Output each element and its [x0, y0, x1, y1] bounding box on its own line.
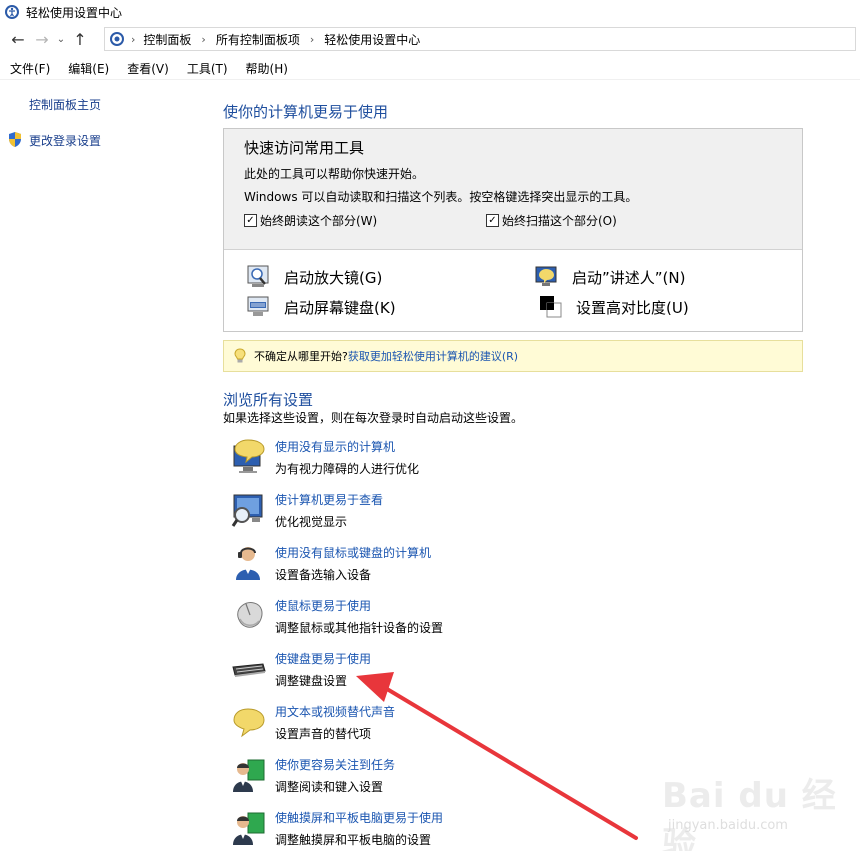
hint-bar: 不确定从哪里开始? 获取更加轻松使用计算机的建议(R): [223, 340, 803, 372]
breadcrumb-separator-icon: ›: [309, 32, 315, 46]
narrator-icon: [534, 264, 560, 290]
monitor-magnifier-icon: [231, 494, 263, 527]
window-title: 轻松使用设置中心: [26, 5, 123, 20]
start-narrator-button[interactable]: 启动”讲述人”(N): [534, 264, 685, 290]
control-panel-home-link[interactable]: 控制面板主页: [29, 96, 101, 113]
display-speech-icon: [233, 439, 265, 473]
use-without-display-link[interactable]: 使用没有显示的计算机: [275, 438, 395, 455]
keyboard-icon: [232, 663, 266, 677]
control-panel-icon: [110, 32, 124, 46]
setting-item: 使触摸屏和平板电脑更易于使用 调整触摸屏和平板电脑的设置: [230, 809, 650, 851]
start-on-screen-keyboard-label: 启动屏幕键盘(K): [284, 298, 396, 317]
quick-access-description-2: Windows 可以自动读取和扫描这个列表。按空格键选择突出显示的工具。: [244, 190, 638, 204]
magnifier-icon: [246, 264, 272, 290]
back-arrow-icon[interactable]: ←: [6, 27, 30, 51]
address-bar[interactable]: › 控制面板 › 所有控制面板项 › 轻松使用设置中心: [104, 27, 856, 51]
menu-file[interactable]: 文件(F): [0, 60, 59, 77]
on-screen-keyboard-icon: [246, 294, 272, 320]
browse-section-description: 如果选择这些设置，则在每次登录时自动启动这些设置。: [223, 411, 524, 425]
touch-tablet-easier-link[interactable]: 使触摸屏和平板电脑更易于使用: [275, 809, 443, 826]
get-recommendations-link[interactable]: 获取更加轻松使用计算机的建议(R): [348, 348, 518, 364]
start-narrator-label: 启动”讲述人”(N): [572, 268, 686, 287]
watermark-logo: Bai du 经验: [662, 776, 837, 851]
hint-text: 不确定从哪里开始?: [254, 350, 348, 363]
make-mouse-easier-link[interactable]: 使鼠标更易于使用: [275, 597, 371, 614]
set-high-contrast-label: 设置高对比度(U): [576, 298, 689, 317]
setting-description: 设置备选输入设备: [275, 568, 372, 582]
shield-icon: [9, 132, 21, 147]
change-login-settings-link[interactable]: 更改登录设置: [29, 132, 101, 149]
start-on-screen-keyboard-button[interactable]: 启动屏幕键盘(K): [246, 294, 396, 320]
setting-description: 调整触摸屏和平板电脑的设置: [275, 833, 432, 847]
menu-tools[interactable]: 工具(T): [178, 60, 237, 77]
quick-access-description: 此处的工具可以帮助你快速开始。: [244, 167, 425, 181]
menu-view[interactable]: 查看(V): [118, 60, 178, 77]
person-tablet-icon: [233, 812, 265, 845]
setting-description: 调整鼠标或其他指针设备的设置: [275, 621, 444, 635]
browse-section-title: 浏览所有设置: [223, 391, 314, 409]
setting-item: 使你更容易关注到任务 调整阅读和键入设置: [230, 756, 650, 802]
high-contrast-icon: [538, 294, 564, 320]
person-headset-icon: [236, 547, 260, 580]
setting-description: 为有视力障碍的人进行优化: [275, 462, 420, 476]
menu-help[interactable]: 帮助(H): [237, 60, 297, 77]
quick-access-panel: 快速访问常用工具 此处的工具可以帮助你快速开始。 Windows 可以自动读取和…: [223, 128, 803, 332]
set-high-contrast-button[interactable]: 设置高对比度(U): [538, 294, 689, 320]
setting-item: 使鼠标更易于使用 调整鼠标或其他指针设备的设置: [230, 597, 650, 643]
person-board-icon: [233, 759, 265, 792]
lightbulb-icon: [234, 348, 246, 363]
up-arrow-icon[interactable]: ↑: [68, 27, 92, 51]
title-bar: 轻松使用设置中心: [0, 0, 860, 24]
navigation-bar: ← → ⌄ ↑ › 控制面板 › 所有控制面板项 › 轻松使用设置中心: [0, 24, 860, 54]
setting-description: 优化视觉显示: [275, 515, 348, 529]
breadcrumb-item[interactable]: 所有控制面板项: [216, 31, 300, 48]
menu-edit[interactable]: 编辑(E): [59, 60, 118, 77]
menu-bar: 文件(F) 编辑(E) 查看(V) 工具(T) 帮助(H): [0, 58, 860, 80]
make-easier-to-see-link[interactable]: 使计算机更易于查看: [275, 491, 383, 508]
checkbox-checked-icon[interactable]: ✓: [486, 214, 499, 227]
page-title: 使你的计算机更易于使用: [223, 103, 389, 121]
always-scan-label: 始终扫描这个部分(O): [502, 214, 617, 228]
start-magnifier-button[interactable]: 启动放大镜(G): [246, 264, 382, 290]
quick-access-header: 快速访问常用工具 此处的工具可以帮助你快速开始。 Windows 可以自动读取和…: [224, 129, 802, 250]
breadcrumb-item[interactable]: 控制面板: [143, 31, 191, 48]
setting-item: 使键盘更易于使用 调整键盘设置: [230, 650, 650, 696]
baidu-jingyan-watermark: Bai du 经验 jingyan.baidu.com: [662, 768, 852, 851]
setting-description: 调整阅读和键入设置: [275, 780, 384, 794]
watermark-url: jingyan.baidu.com: [668, 818, 788, 833]
always-read-checkbox[interactable]: ✓ 始终朗读这个部分(W): [244, 212, 377, 229]
chevron-down-icon[interactable]: ⌄: [54, 27, 68, 51]
setting-item: 使用没有显示的计算机 为有视力障碍的人进行优化: [230, 438, 650, 484]
speech-bubble-icon: [233, 708, 265, 738]
text-video-alternatives-link[interactable]: 用文本或视频替代声音: [275, 703, 395, 720]
setting-item: 用文本或视频替代声音 设置声音的替代项: [230, 703, 650, 749]
forward-arrow-icon[interactable]: →: [30, 27, 54, 51]
always-read-label: 始终朗读这个部分(W): [260, 214, 378, 228]
breadcrumb-separator-icon: ›: [131, 32, 136, 46]
quick-access-title: 快速访问常用工具: [244, 139, 365, 157]
setting-item: 使用没有鼠标或键盘的计算机 设置备选输入设备: [230, 544, 650, 590]
setting-description: 调整键盘设置: [275, 674, 348, 688]
breadcrumb-item[interactable]: 轻松使用设置中心: [324, 31, 420, 48]
use-without-mouse-keyboard-link[interactable]: 使用没有鼠标或键盘的计算机: [275, 544, 431, 561]
ease-of-access-icon: [5, 5, 19, 19]
checkbox-checked-icon[interactable]: ✓: [244, 214, 257, 227]
breadcrumb-separator-icon: ›: [201, 32, 206, 46]
setting-description: 设置声音的替代项: [275, 727, 372, 741]
make-keyboard-easier-link[interactable]: 使键盘更易于使用: [275, 650, 371, 667]
start-magnifier-label: 启动放大镜(G): [284, 268, 383, 287]
focus-on-tasks-link[interactable]: 使你更容易关注到任务: [275, 756, 395, 773]
mouse-icon: [237, 602, 263, 628]
setting-item: 使计算机更易于查看 优化视觉显示: [230, 491, 650, 537]
always-scan-checkbox[interactable]: ✓ 始终扫描这个部分(O): [486, 212, 617, 229]
